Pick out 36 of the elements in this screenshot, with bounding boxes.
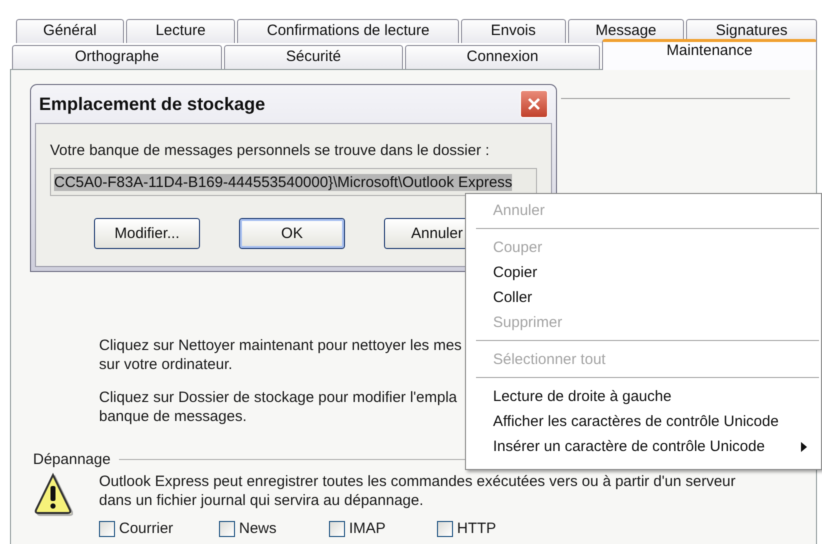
menu-item[interactable]: Lecture de droite à gauche [468, 384, 819, 409]
tab[interactable]: Connexion [405, 45, 600, 69]
dialog-title: Emplacement de stockage [39, 94, 266, 114]
dialog-button[interactable]: Modifier... [94, 218, 200, 249]
menu-item[interactable]: Afficher les caractères de contrôle Unicode [468, 409, 819, 434]
tab[interactable]: Orthographe [12, 45, 222, 69]
close-icon [526, 96, 542, 112]
submenu-arrow-icon [801, 442, 807, 452]
dialog-message: Votre banque de messages personnels se trouve dans le dossier : [50, 142, 490, 159]
menu-item[interactable]: Insérer un caractère de contrôle Unicode [468, 434, 819, 459]
description-text: Outlook Express peut enregistrer toutes les commandes exécutées vers ou à partir d'un serveur dans un fichier journal qui servira au dépannage. [99, 472, 737, 511]
close-button[interactable] [520, 90, 548, 118]
checkbox-label[interactable]: Courrier [119, 520, 174, 537]
description-text: Cliquez sur Dossier de stockage pour modifier l'empla [99, 388, 458, 407]
checkbox-label[interactable]: IMAP [349, 520, 386, 537]
group-title: Dépannage [33, 451, 111, 468]
checkbox[interactable] [437, 520, 453, 536]
path-field[interactable]: CC5A0-F83A-11D4-B169-444553540000}\Microsoft\Outlook Express [50, 168, 537, 196]
description-text: banque de messages. [99, 407, 247, 426]
checkbox-label[interactable]: HTTP [457, 520, 496, 537]
tab[interactable]: Lecture [126, 19, 236, 43]
description-text: sur votre ordinateur. [99, 355, 232, 374]
checkbox[interactable] [99, 520, 115, 536]
tab[interactable]: Général [16, 19, 124, 43]
menu-item[interactable]: Coller [468, 285, 819, 310]
checkbox[interactable] [329, 520, 345, 536]
warning-icon [33, 472, 73, 516]
checkbox-label[interactable]: News [239, 520, 277, 537]
tab[interactable]: Envois [460, 19, 566, 43]
tab[interactable]: Maintenance [602, 39, 817, 70]
description-text: Cliquez sur Nettoyer maintenant pour nettoyer les mes [99, 336, 462, 355]
tab[interactable]: Sécurité [224, 45, 403, 69]
checkbox[interactable] [219, 520, 235, 536]
menu-item[interactable]: Copier [468, 260, 819, 285]
dialog-button[interactable]: OK [239, 218, 345, 249]
tab[interactable]: Confirmations de lecture [237, 19, 459, 43]
